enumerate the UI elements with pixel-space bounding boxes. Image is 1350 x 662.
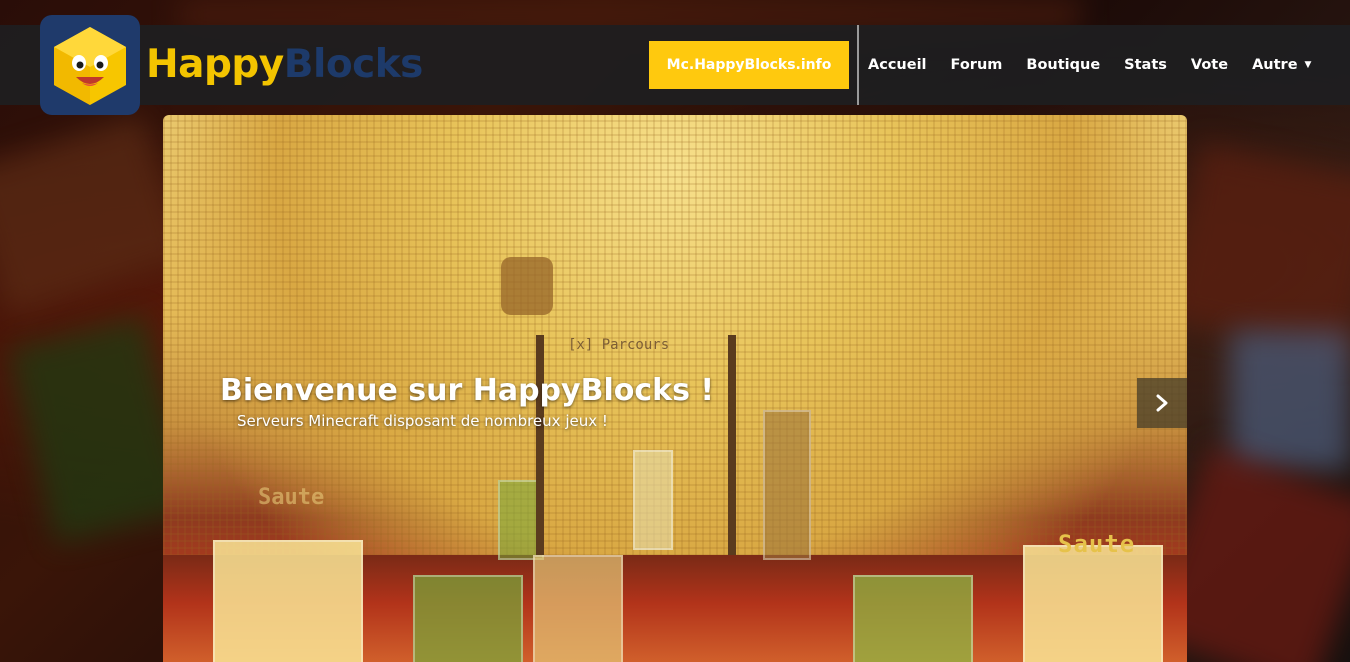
nav-link-stats[interactable]: Stats [1124,57,1167,73]
nav-link-label: Boutique [1026,57,1101,73]
site-logo[interactable] [40,15,140,115]
nav-link-label: Accueil [868,57,927,73]
server-address-button[interactable]: Mc.HappyBlocks.info [649,41,849,89]
nav-link-label: Forum [950,57,1003,73]
hero-carousel: Saute Saute [x] Parcours Bienvenue sur H… [163,115,1187,662]
brand-name-part1: Happy [146,42,284,87]
carousel-title: Bienvenue sur HappyBlocks ! [220,373,715,408]
carousel-next-button[interactable] [1137,378,1187,428]
brand-name[interactable]: HappyBlocks [146,40,423,90]
nav-link-accueil[interactable]: Accueil [868,57,927,73]
nav-dropdown-autre[interactable]: Autre ▼ [1252,57,1311,73]
chevron-right-icon [1156,394,1168,412]
happy-block-face-icon [54,27,126,105]
nav-link-label: Stats [1124,57,1167,73]
nav-divider [857,25,859,105]
scene-sign-parcours: [x] Parcours [568,337,670,353]
nav-link-boutique[interactable]: Boutique [1026,57,1100,73]
scene-sign-saute: Saute [1058,530,1136,558]
carousel-subtitle: Serveurs Minecraft disposant de nombreux… [237,412,608,430]
caret-down-icon: ▼ [1304,60,1312,70]
scene-sign-faded: Saute [258,485,325,510]
brand-name-part2: Blocks [283,42,424,87]
main-nav: Accueil Forum Boutique Stats Vote Autre ▼ [868,41,1311,89]
nav-link-label: Autre [1252,57,1298,73]
nav-link-label: Vote [1190,57,1229,73]
nav-link-forum[interactable]: Forum [951,57,1003,73]
nav-link-vote[interactable]: Vote [1191,57,1228,73]
